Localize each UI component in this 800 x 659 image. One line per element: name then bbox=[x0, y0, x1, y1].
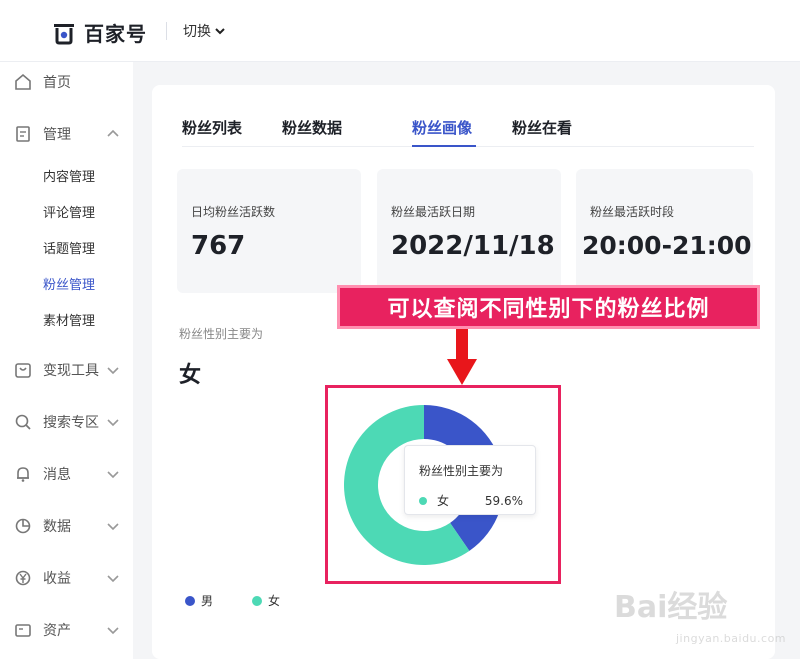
top-bar: 百家号 切换 bbox=[0, 0, 800, 62]
annotation-arrow-down-icon bbox=[447, 329, 477, 385]
wallet-icon bbox=[15, 624, 31, 637]
sidebar-item-home[interactable]: 首页 bbox=[0, 67, 133, 97]
gender-main-value: 女 bbox=[179, 363, 202, 388]
document-icon bbox=[16, 126, 30, 142]
stat-card-daily-active: 日均粉丝活跃数 767 bbox=[177, 169, 361, 293]
sidebar-item-label: 资产 bbox=[43, 623, 71, 639]
chevron-up-icon bbox=[107, 129, 119, 137]
sidebar-subitem-content[interactable]: 内容管理 bbox=[43, 166, 95, 185]
legend-label: 女 bbox=[268, 594, 281, 608]
header-divider bbox=[166, 22, 167, 40]
sidebar-item-label: 首页 bbox=[43, 75, 71, 91]
sidebar-subitem-fans[interactable]: 粉丝管理 bbox=[43, 274, 95, 293]
active-tab-indicator bbox=[412, 145, 476, 147]
brand-logo[interactable]: 百家号 bbox=[52, 18, 147, 47]
shop-icon bbox=[15, 363, 31, 378]
legend-label: 男 bbox=[201, 594, 214, 608]
sidebar-item-label: 收益 bbox=[43, 571, 71, 587]
tab-fans-data[interactable]: 粉丝数据 bbox=[282, 117, 342, 138]
sidebar-item-label: 消息 bbox=[43, 467, 71, 483]
sidebar-item-label: 数据 bbox=[43, 519, 71, 535]
pie-chart-icon bbox=[15, 518, 31, 534]
sidebar-item-label: 搜索专区 bbox=[43, 415, 99, 431]
sidebar-item-manage[interactable]: 管理 bbox=[0, 119, 133, 149]
baijiahao-logo-icon bbox=[52, 21, 76, 45]
sidebar-subitem-comments[interactable]: 评论管理 bbox=[43, 202, 95, 221]
yen-coin-icon bbox=[15, 570, 31, 586]
bell-icon bbox=[17, 467, 29, 482]
chevron-down-icon bbox=[107, 419, 119, 427]
tab-fans-list[interactable]: 粉丝列表 bbox=[182, 117, 242, 138]
account-switch-button[interactable]: 切换 bbox=[183, 21, 225, 41]
sidebar-item-label: 管理 bbox=[43, 127, 71, 143]
sidebar-item-messages[interactable]: 消息 bbox=[0, 459, 133, 489]
sidebar-item-label: 变现工具 bbox=[43, 363, 99, 379]
sidebar-item-income[interactable]: 收益 bbox=[0, 563, 133, 593]
legend-dot-female bbox=[252, 595, 262, 606]
sidebar-subitem-materials[interactable]: 素材管理 bbox=[43, 310, 95, 329]
home-icon bbox=[15, 73, 31, 90]
watermark-text: Bai经验 bbox=[614, 590, 728, 625]
chevron-down-icon bbox=[107, 575, 119, 583]
chevron-down-icon bbox=[107, 367, 119, 375]
stat-value: 2022/11/18 bbox=[391, 231, 555, 261]
tab-fans-watching[interactable]: 粉丝在看 bbox=[512, 117, 572, 138]
gender-section-title: 粉丝性别主要为 bbox=[179, 327, 264, 341]
brand-name: 百家号 bbox=[84, 22, 147, 46]
sidebar-item-search[interactable]: 搜索专区 bbox=[0, 407, 133, 437]
stat-value: 20:00-21:00 bbox=[582, 231, 752, 260]
stat-title: 日均粉丝活跃数 bbox=[191, 205, 276, 219]
stat-value: 767 bbox=[191, 231, 246, 261]
sidebar-item-assets[interactable]: 资产 bbox=[0, 615, 133, 645]
watermark-url: jingyan.baidu.com bbox=[676, 632, 787, 645]
search-icon bbox=[15, 414, 31, 430]
sidebar-item-monetize[interactable]: 变现工具 bbox=[0, 355, 133, 385]
chevron-down-icon bbox=[107, 471, 119, 479]
legend-item-female[interactable]: 女 bbox=[252, 592, 280, 609]
switch-label: 切换 bbox=[183, 24, 211, 40]
stat-title: 粉丝最活跃日期 bbox=[391, 205, 476, 219]
chevron-down-icon bbox=[215, 28, 225, 35]
sidebar: 首页 管理 内容管理 评论管理 话题管理 粉丝管理 素材管理 变现工具 搜索专区… bbox=[0, 62, 133, 659]
annotation-highlight-box bbox=[325, 385, 561, 584]
legend-item-male[interactable]: 男 bbox=[185, 592, 213, 609]
fans-tabs: 粉丝列表 粉丝数据 粉丝画像 粉丝在看 bbox=[182, 117, 754, 147]
sidebar-subitem-topics[interactable]: 话题管理 bbox=[43, 238, 95, 257]
baidu-jingyan-watermark: Bai经验 jingyan.baidu.com bbox=[612, 578, 792, 654]
chevron-down-icon bbox=[107, 627, 119, 635]
stat-card-active-period: 粉丝最活跃时段 20:00-21:00 bbox=[576, 169, 753, 293]
tab-fans-portrait[interactable]: 粉丝画像 bbox=[412, 117, 472, 138]
sidebar-item-data[interactable]: 数据 bbox=[0, 511, 133, 541]
stat-title: 粉丝最活跃时段 bbox=[590, 205, 675, 219]
legend-dot-male bbox=[185, 595, 195, 606]
chevron-down-icon bbox=[107, 523, 119, 531]
stat-card-active-date: 粉丝最活跃日期 2022/11/18 bbox=[377, 169, 561, 293]
annotation-callout: 可以查阅不同性别下的粉丝比例 bbox=[337, 285, 760, 329]
